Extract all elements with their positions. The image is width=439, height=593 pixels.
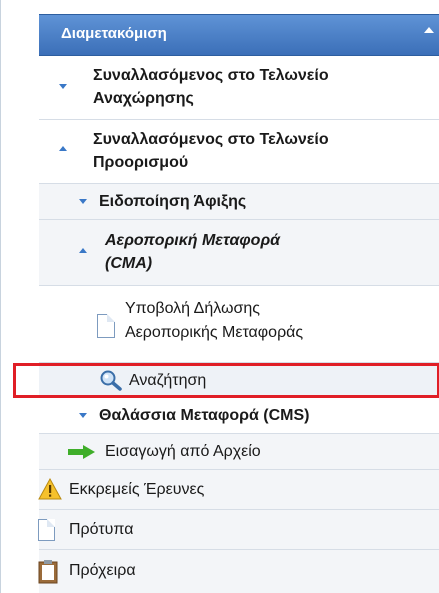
menu-item-label: Αναχώρησης: [93, 90, 194, 107]
chevron-down-icon: [59, 84, 67, 89]
menu-item-label: Εκκρεμείς Έρευνες: [69, 481, 205, 498]
menu-item-label: Αεροπορικής Μεταφοράς: [125, 324, 304, 341]
menu-item-label: Εισαγωγή από Αρχείο: [105, 443, 261, 460]
menu-item-label: Ειδοποίηση Άφιξης: [99, 193, 247, 210]
menu-item-import-from-file[interactable]: Εισαγωγή από Αρχείο: [39, 434, 439, 470]
menu-item-drafts[interactable]: Πρόχειρα: [38, 550, 439, 593]
menu-item-label: Συναλλασόμενος στο Τελωνείο: [93, 131, 329, 148]
clipboard-icon: [38, 560, 58, 584]
menu-item-label: Αναζήτηση: [129, 372, 207, 389]
document-icon: [38, 519, 55, 541]
chevron-down-icon: [79, 199, 87, 204]
menu-header-title: Διαμετακόμιση: [61, 25, 167, 42]
menu-item-label: Προορισμού: [93, 154, 189, 171]
menu-item-search[interactable]: Αναζήτηση: [39, 363, 439, 398]
chevron-down-icon: [79, 413, 87, 418]
menu-item-arrival-notification[interactable]: Ειδοποίηση Άφιξης: [39, 184, 439, 220]
collapse-icon[interactable]: [424, 27, 434, 33]
magnifier-icon: [100, 370, 122, 391]
menu-item-templates[interactable]: Πρότυπα: [38, 510, 439, 550]
chevron-up-icon: [59, 146, 67, 151]
menu-header[interactable]: Διαμετακόμιση: [39, 14, 439, 56]
menu-item-sea-transport-cms[interactable]: Θαλάσσια Μεταφορά (CMS): [39, 398, 439, 434]
menu-item-pending-investigations[interactable]: Εκκρεμείς Έρευνες: [38, 470, 439, 510]
warning-icon: [38, 478, 62, 500]
menu-item-label: Πρότυπα: [69, 521, 134, 538]
document-icon: [97, 314, 115, 338]
menu-item-label: Αεροπορική Μεταφορά: [105, 232, 281, 249]
transit-navigation-menu: Διαμετακόμιση Συναλλασόμενος στο Τελωνεί…: [0, 0, 439, 593]
menu-item-label: (CMA): [105, 255, 153, 272]
menu-item-destination-trader[interactable]: Συναλλασόμενος στο Τελωνείο Προορισμού: [39, 120, 439, 184]
menu-item-label: Θαλάσσια Μεταφορά (CMS): [99, 407, 310, 424]
menu-item-label: Πρόχειρα: [69, 562, 136, 579]
green-arrow-icon: [68, 445, 95, 459]
menu-item-label: Συναλλασόμενος στο Τελωνείο: [93, 67, 329, 84]
menu-item-departure-trader[interactable]: Συναλλασόμενος στο Τελωνείο Αναχώρησης: [39, 56, 439, 120]
chevron-up-icon: [79, 248, 87, 253]
menu-item-label: Υποβολή Δήλωσης: [125, 300, 260, 317]
menu-item-air-transport-cma[interactable]: Αεροπορική Μεταφορά (CMA): [39, 220, 439, 286]
menu-item-submit-air-declaration[interactable]: Υποβολή Δήλωσης Αεροπορικής Μεταφοράς: [39, 286, 439, 363]
